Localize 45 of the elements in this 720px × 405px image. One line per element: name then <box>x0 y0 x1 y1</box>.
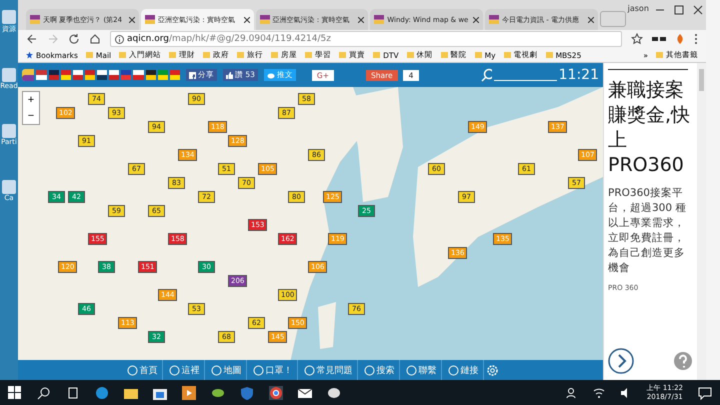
star-icon[interactable] <box>631 33 643 45</box>
back-arrow-icon[interactable] <box>26 33 38 45</box>
notification-icon[interactable] <box>698 386 712 400</box>
circle-icon <box>304 364 314 376</box>
circle-icon <box>210 364 222 376</box>
mail-icon[interactable] <box>298 386 312 400</box>
close-icon[interactable] <box>473 16 479 22</box>
close-icon[interactable] <box>692 4 703 16</box>
circle-icon <box>168 364 180 376</box>
circle-icon <box>448 364 458 376</box>
home-icon[interactable] <box>89 33 101 45</box>
wifi-icon[interactable] <box>592 386 605 398</box>
scrollbar-thumb[interactable] <box>699 69 704 91</box>
user-name[interactable]: jason <box>628 4 649 13</box>
circle-icon <box>364 364 374 376</box>
ad-body: PRO360接案平台，超過300 種以上專業需求，立即免費註冊，為自己創造更多機會 <box>608 186 688 276</box>
circle-icon <box>406 364 416 376</box>
flag-icon[interactable] <box>72 70 83 80</box>
settings-icon[interactable] <box>486 364 498 376</box>
maximize-icon[interactable] <box>672 4 684 16</box>
circle-icon <box>126 364 138 376</box>
address-bar[interactable]: aqicn.org/map/hk/#@g/29.0904/119.4214/5z <box>110 31 622 47</box>
ad-headline: 兼職接案賺獎金,快上PRO360 <box>608 78 692 178</box>
search-icon[interactable] <box>37 386 51 400</box>
thumbs-up-icon <box>226 72 233 78</box>
reload-icon[interactable] <box>68 33 80 45</box>
logo-icon[interactable] <box>22 69 34 81</box>
close-icon[interactable] <box>358 16 364 22</box>
circle-icon <box>252 364 264 376</box>
zoom-in-button[interactable]: + <box>23 92 39 108</box>
flag-icon[interactable] <box>109 70 120 80</box>
flag-icon[interactable] <box>97 70 108 80</box>
people-icon[interactable] <box>566 386 578 398</box>
task-view-icon[interactable] <box>66 386 80 400</box>
close-icon[interactable] <box>128 16 135 22</box>
media-player-icon[interactable] <box>182 386 196 400</box>
menu-icon[interactable] <box>694 33 698 45</box>
close-icon[interactable] <box>244 16 250 22</box>
close-icon[interactable] <box>588 16 594 22</box>
help-icon[interactable] <box>673 351 694 371</box>
zoom-out-button[interactable]: − <box>23 108 39 124</box>
windows-start-icon[interactable] <box>8 386 22 400</box>
flag-icon[interactable] <box>146 70 156 80</box>
map-time: 11:21 <box>558 67 599 83</box>
shield-icon[interactable] <box>240 386 254 400</box>
